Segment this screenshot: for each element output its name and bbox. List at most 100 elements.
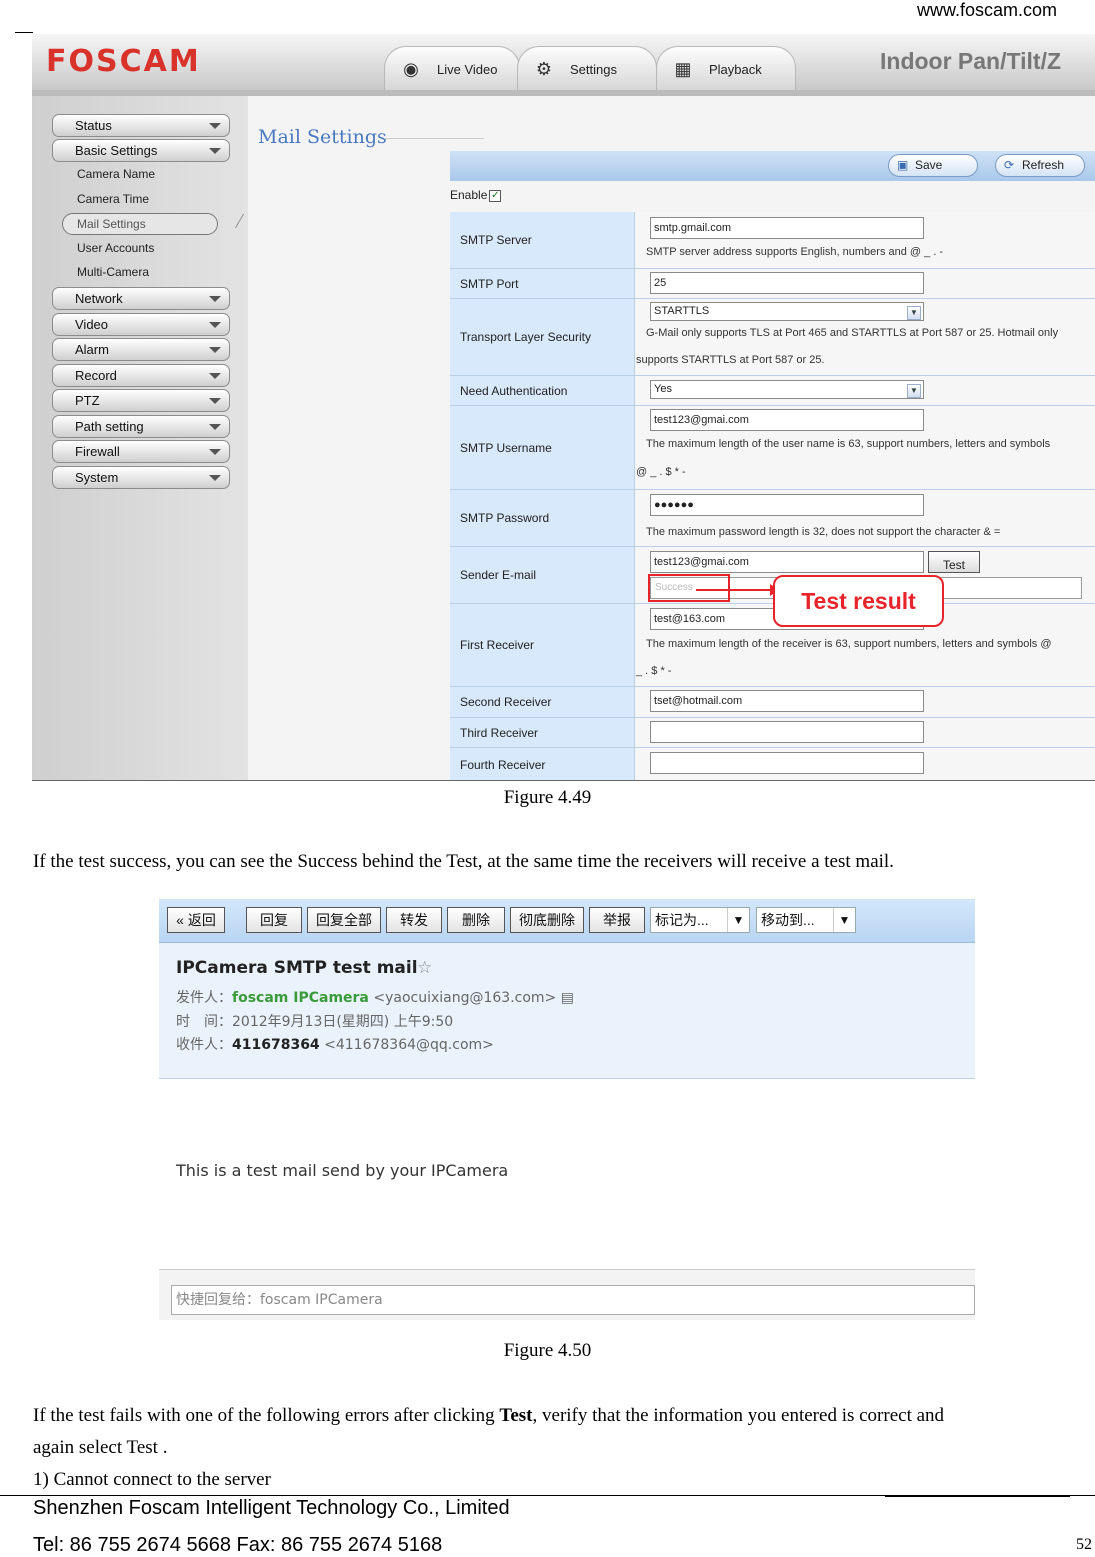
enable-label: Enable [450, 188, 488, 202]
back-button[interactable]: « 返回 [167, 907, 225, 933]
row-smtp-port: SMTP Port 25 [450, 269, 1095, 299]
menu-system[interactable]: System [52, 466, 230, 489]
quick-reply-bar: 快捷回复给：foscam IPCamera [159, 1269, 975, 1320]
menu-network[interactable]: Network [52, 287, 230, 310]
chevron-down-icon [209, 347, 221, 353]
row-smtp-server: SMTP Server smtp.gmail.com SMTP server a… [450, 212, 1095, 269]
tab-label: Playback [709, 62, 762, 77]
tab-playback[interactable]: ▦ Playback [656, 46, 796, 90]
select-value: Yes [654, 383, 672, 395]
enable-checkbox[interactable]: ✓ [489, 189, 502, 202]
text-span: , verify that the information you entere… [532, 1405, 945, 1426]
refresh-button[interactable]: ⟳ Refresh [995, 154, 1085, 177]
callout-arrow-line [696, 589, 773, 591]
field-hint: G-Mail only supports TLS at Port 465 and… [646, 327, 1059, 339]
smtp-password-input[interactable]: ●●●●●● [650, 494, 924, 516]
submenu-multi-camera[interactable]: Multi-Camera [77, 265, 149, 279]
time-label: 时 间： [176, 1014, 232, 1030]
smtp-port-input[interactable]: 25 [650, 272, 924, 294]
test-result-callout: Test result [773, 575, 944, 627]
report-button[interactable]: 举报 [589, 907, 645, 933]
calendar-icon: ▦ [674, 59, 692, 79]
time-value: 2012年9月13日(星期四) 上午9:50 [232, 1014, 454, 1030]
menu-label: Path setting [75, 419, 144, 434]
row-smtp-password: SMTP Password ●●●●●● The maximum passwor… [450, 490, 1095, 547]
field-hint: SMTP server address supports English, nu… [646, 246, 944, 258]
field-label: Fourth Receiver [450, 748, 635, 780]
model-title: Indoor Pan/Tilt/Z [880, 48, 1062, 74]
move-to-dropdown[interactable]: 移动到... ▼ [756, 907, 856, 933]
smtp-server-input[interactable]: smtp.gmail.com [650, 217, 924, 239]
star-icon[interactable]: ☆ [417, 958, 432, 978]
tab-live-video[interactable]: ◉ Live Video [384, 46, 520, 90]
menu-alarm[interactable]: Alarm [52, 338, 230, 361]
field-label: Third Receiver [450, 718, 635, 747]
submenu-mail-settings[interactable]: Mail Settings [62, 213, 218, 235]
fourth-receiver-input[interactable] [650, 752, 924, 774]
field-hint: supports STARTTLS at Port 587 or 25. [636, 354, 825, 366]
top-rule [15, 32, 33, 33]
second-receiver-input[interactable]: tset@hotmail.com [650, 690, 924, 712]
figure-caption: Figure 4.50 [503, 1340, 592, 1361]
chevron-down-icon [209, 424, 221, 430]
site-url[interactable]: www.foscam.com [917, 0, 1057, 21]
contact-card-icon[interactable]: ▤ [561, 990, 574, 1006]
chevron-down-icon: ▼ [833, 908, 855, 932]
reply-all-button[interactable]: 回复全部 [307, 907, 381, 933]
menu-video[interactable]: Video [52, 313, 230, 336]
delete-permanently-button[interactable]: 彻底删除 [510, 907, 584, 933]
field-cell: smtp.gmail.com SMTP server address suppo… [636, 212, 1095, 268]
menu-basic-settings[interactable]: Basic Settings [52, 139, 230, 162]
submenu-camera-name[interactable]: Camera Name [77, 167, 155, 181]
menu-label: Basic Settings [75, 143, 158, 158]
submenu-user-accounts[interactable]: User Accounts [77, 241, 154, 255]
menu-label: PTZ [75, 393, 100, 408]
chevron-down-icon [209, 475, 221, 481]
test-button[interactable]: Test [928, 551, 980, 573]
field-label: SMTP Password [450, 490, 635, 546]
chevron-down-icon: ▼ [907, 306, 921, 320]
toolbar: ▣ Save ⟳ Refresh [450, 151, 1095, 181]
field-label: SMTP Server [450, 212, 635, 268]
submenu-camera-time[interactable]: Camera Time [77, 192, 149, 206]
text-span: If the test fails with one of the follow… [33, 1405, 500, 1426]
from-name[interactable]: foscam IPCamera [232, 990, 369, 1006]
menu-ptz[interactable]: PTZ [52, 389, 230, 412]
reply-button[interactable]: 回复 [246, 907, 302, 933]
menu-path-setting[interactable]: Path setting [52, 415, 230, 438]
save-button[interactable]: ▣ Save [888, 154, 978, 177]
forward-button[interactable]: 转发 [386, 907, 442, 933]
smtp-username-input[interactable]: test123@gmai.com [650, 409, 924, 431]
tab-label: Settings [570, 62, 617, 77]
save-icon: ▣ [897, 158, 909, 172]
menu-label: System [75, 470, 119, 485]
field-hint: The maximum password length is 32, does … [646, 526, 1001, 538]
save-label: Save [915, 158, 943, 172]
chevron-down-icon [209, 449, 221, 455]
need-auth-select[interactable]: Yes ▼ [650, 380, 924, 399]
from-address: <yaocuixiang@163.com> [373, 990, 557, 1006]
menu-status[interactable]: Status [52, 114, 230, 137]
refresh-label: Refresh [1022, 158, 1065, 172]
delete-button[interactable]: 删除 [447, 907, 505, 933]
quick-reply-input[interactable]: 快捷回复给：foscam IPCamera [171, 1285, 975, 1315]
chevron-down-icon [209, 398, 221, 404]
field-hint: _ . $ * - [636, 665, 672, 677]
to-name: 411678364 [232, 1037, 320, 1053]
tab-settings[interactable]: ⚙ Settings [517, 46, 657, 90]
menu-firewall[interactable]: Firewall [52, 440, 230, 463]
enable-row: Enable ✓ [450, 188, 502, 202]
chevron-down-icon [209, 296, 221, 302]
sender-email-input[interactable]: test123@gmai.com [650, 551, 924, 573]
third-receiver-input[interactable] [650, 721, 924, 743]
mail-time: 时 间：2012年9月13日(星期四) 上午9:50 [176, 1011, 453, 1031]
field-cell: 25 [636, 269, 1095, 298]
body-paragraph: again select Test . [33, 1437, 168, 1458]
dropdown-label: 标记为... [655, 912, 709, 928]
body-paragraph: If the test success, you can see the Suc… [33, 851, 894, 872]
chevron-down-icon [209, 123, 221, 129]
tls-select[interactable]: STARTTLS ▼ [650, 302, 924, 321]
menu-record[interactable]: Record [52, 364, 230, 387]
mark-as-dropdown[interactable]: 标记为... ▼ [650, 907, 750, 933]
result-highlight-box [648, 574, 730, 602]
